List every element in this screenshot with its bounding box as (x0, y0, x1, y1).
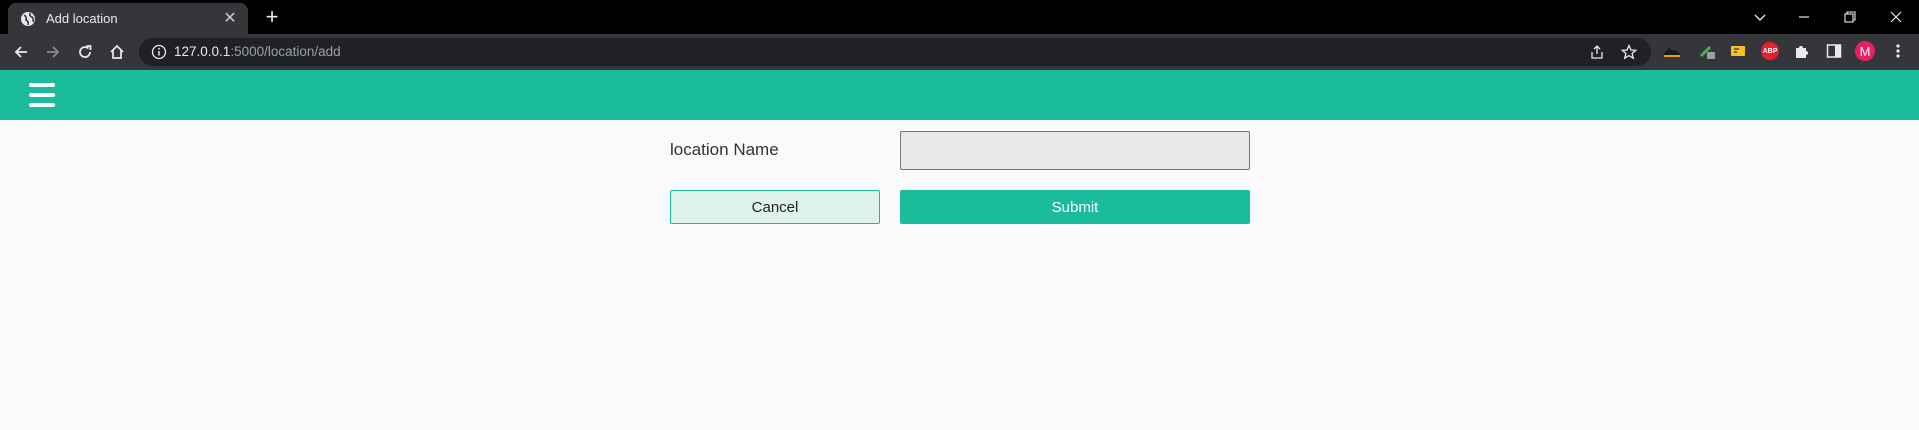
address-bar[interactable]: 127.0.0.1:5000/location/add (139, 38, 1651, 66)
tab-search-icon[interactable] (1748, 6, 1772, 28)
share-icon[interactable] (1588, 43, 1606, 61)
browser-tab[interactable]: Add location ✕ (8, 3, 248, 34)
tab-title: Add location (46, 11, 118, 26)
location-name-label: location Name (670, 140, 779, 159)
browser-toolbar: 127.0.0.1:5000/location/add (0, 34, 1919, 70)
globe-icon (21, 11, 35, 26)
reload-icon[interactable] (74, 41, 96, 63)
back-icon[interactable] (10, 41, 32, 63)
cancel-button[interactable]: Cancel (670, 190, 880, 224)
hamburger-menu-icon[interactable] (29, 83, 55, 107)
profile-initial: M (1855, 41, 1875, 61)
submit-button[interactable]: Submit (900, 190, 1250, 224)
tab-close-icon[interactable]: ✕ (222, 10, 238, 27)
forward-icon[interactable] (42, 41, 64, 63)
close-window-icon[interactable] (1884, 6, 1908, 28)
url-host: 127.0.0.1 (174, 44, 231, 59)
extension-pen-icon[interactable] (1697, 41, 1717, 61)
app-header (0, 70, 1919, 120)
browser-tab-strip: Add location ✕ + (0, 0, 1919, 34)
url-text: 127.0.0.1:5000/location/add (174, 44, 341, 59)
add-location-form: location Name Cancel Submit (0, 120, 1919, 430)
adblock-plus-label: ABP (1761, 42, 1779, 60)
chrome-menu-icon[interactable] (1888, 41, 1908, 61)
home-icon[interactable] (106, 41, 128, 63)
extension-shoe-icon[interactable] (1662, 41, 1682, 61)
restore-icon[interactable] (1838, 6, 1862, 28)
location-name-input[interactable] (900, 131, 1250, 170)
puzzle-icon[interactable] (1792, 41, 1812, 61)
minimize-icon[interactable] (1792, 6, 1816, 28)
bookmark-star-icon[interactable] (1620, 43, 1638, 61)
adblock-plus-icon[interactable]: ABP (1760, 41, 1780, 61)
url-path: :5000/location/add (230, 44, 341, 59)
extension-yellow-icon[interactable] (1728, 41, 1748, 61)
side-panel-icon[interactable] (1824, 41, 1844, 61)
site-info-icon[interactable] (151, 44, 167, 60)
profile-avatar[interactable]: M (1855, 41, 1875, 61)
new-tab-button[interactable]: + (260, 6, 284, 30)
